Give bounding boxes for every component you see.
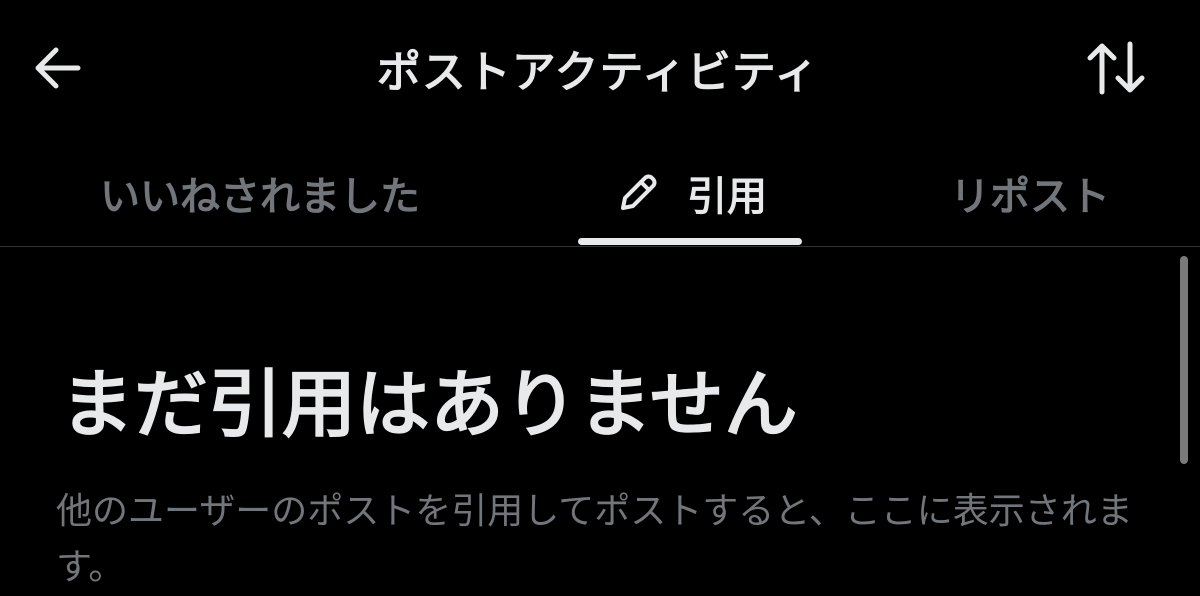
scrollbar[interactable] <box>1180 256 1188 464</box>
page-title: ポストアクティビティ <box>376 47 820 98</box>
back-button[interactable] <box>22 36 94 100</box>
tab-likes-label: いいねされました <box>100 174 420 220</box>
empty-state-title: まだ引用はありません <box>60 362 798 448</box>
top-app-bar: ポストアクティビティ <box>0 0 1200 140</box>
tab-reposts-label: リポスト <box>950 174 1110 220</box>
tab-reposts[interactable]: リポスト <box>900 140 1160 246</box>
tab-quotes-label: 引用 <box>687 174 767 220</box>
empty-state-description: 他のユーザーのポストを引用してポストすると、ここに表示されます。 <box>56 491 1133 588</box>
tab-quotes[interactable]: 引用 <box>560 140 822 246</box>
sort-arrows-icon <box>1087 41 1145 95</box>
arrow-left-icon <box>35 47 81 89</box>
pencil-icon <box>615 170 661 216</box>
tab-likes[interactable]: いいねされました <box>40 140 480 246</box>
tab-bar: いいねされました 引用 リポスト <box>0 140 1200 247</box>
sort-button[interactable] <box>1078 36 1154 100</box>
active-tab-indicator <box>578 238 802 245</box>
